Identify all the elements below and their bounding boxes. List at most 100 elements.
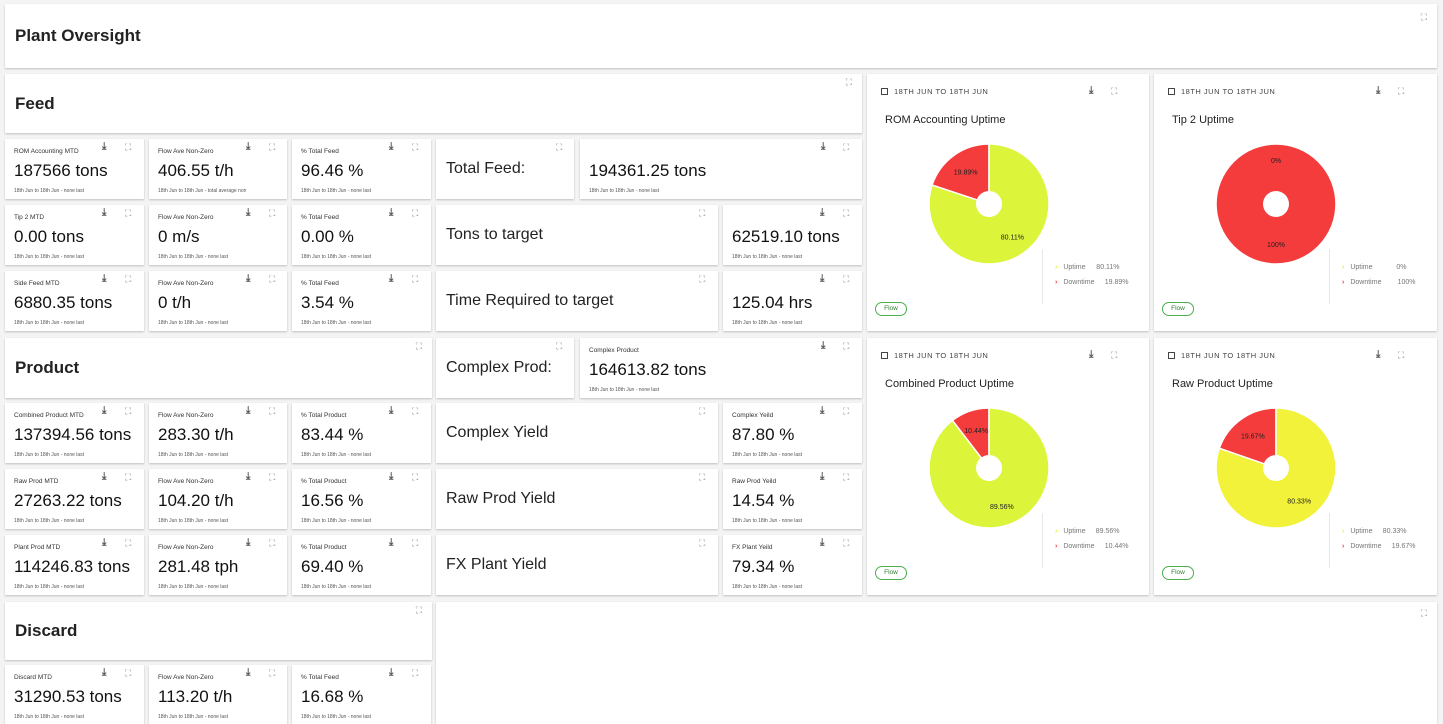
download-icon[interactable]: ⤓ — [246, 472, 250, 482]
raw-yield-label-card: Raw Prod Yield ⛶ — [436, 469, 718, 529]
pie-value-label: 80.11% — [1001, 234, 1024, 241]
tile-value: 96.46 % — [301, 161, 364, 180]
download-icon[interactable]: ⤓ — [821, 142, 825, 152]
download-icon[interactable]: ⤓ — [820, 208, 824, 218]
expand-icon[interactable]: ⛶ — [412, 668, 418, 678]
page-header: Plant Oversight ⛶ — [5, 4, 1437, 68]
download-icon[interactable]: ⤓ — [820, 472, 824, 482]
download-icon[interactable]: ⤓ — [246, 208, 250, 218]
legend-uptime: › Uptime 0% — [1342, 264, 1407, 271]
tile-label: Flow Ave Non-Zero — [158, 412, 214, 419]
kpi-tile: % Total Feed 0.00 % 18th Jun to 18th Jun -… — [292, 205, 431, 265]
download-icon[interactable]: ⤓ — [820, 274, 824, 284]
download-icon[interactable]: ⤓ — [246, 274, 250, 284]
expand-icon[interactable]: ⛶ — [125, 142, 131, 152]
download-icon[interactable]: ⤓ — [389, 668, 393, 678]
pie-card: 18TH JUN TO 18TH JUN ⤓ ⛶ Combined Produc… — [867, 338, 1149, 595]
tile-subtitle: 18th Jun to 18th Jun - none last — [158, 584, 229, 590]
legend-label: Uptime — [1063, 264, 1086, 271]
expand-icon[interactable]: ⛶ — [699, 208, 705, 218]
expand-icon[interactable]: ⛶ — [412, 472, 418, 482]
expand-icon[interactable]: ⛶ — [412, 208, 418, 218]
tons-to-target-label: Tons to target — [446, 226, 543, 243]
divider — [1042, 249, 1043, 304]
complex-prod-label-card: Complex Prod: ⛶ — [436, 338, 574, 398]
download-icon[interactable]: ⤓ — [102, 142, 106, 152]
expand-icon[interactable]: ⛶ — [412, 142, 418, 152]
expand-icon[interactable]: ⛶ — [125, 538, 131, 548]
expand-icon[interactable]: ⛶ — [269, 472, 275, 482]
expand-icon[interactable]: ⛶ — [125, 406, 131, 416]
expand-icon[interactable]: ⛶ — [843, 472, 849, 482]
flow-chip[interactable]: Flow — [1162, 566, 1194, 580]
expand-icon[interactable]: ⛶ — [843, 406, 849, 416]
expand-icon[interactable]: ⛶ — [699, 274, 705, 284]
tile-label: Complex Yeild — [732, 412, 774, 419]
download-icon[interactable]: ⤓ — [246, 142, 250, 152]
flow-chip[interactable]: Flow — [875, 302, 907, 316]
download-icon[interactable]: ⤓ — [820, 538, 824, 548]
download-icon[interactable]: ⤓ — [389, 538, 393, 548]
expand-icon[interactable]: ⛶ — [699, 472, 705, 482]
expand-icon[interactable]: ⛶ — [416, 341, 422, 351]
expand-icon[interactable]: ⛶ — [1421, 608, 1427, 618]
expand-icon[interactable]: ⛶ — [412, 406, 418, 416]
download-icon[interactable]: ⤓ — [821, 341, 825, 351]
tile-subtitle: 18th Jun to 18th Jun - none last — [14, 518, 85, 524]
expand-icon[interactable]: ⛶ — [125, 274, 131, 284]
tile-value: 0.00 % — [301, 227, 354, 246]
download-icon[interactable]: ⤓ — [102, 274, 106, 284]
expand-icon[interactable]: ⛶ — [843, 274, 849, 284]
expand-icon[interactable]: ⛶ — [125, 668, 131, 678]
kpi-tile: Flow Ave Non-Zero 406.55 t/h 18th Jun to 1… — [149, 139, 287, 199]
section-title: Feed — [15, 93, 55, 113]
expand-icon[interactable]: ⛶ — [699, 406, 705, 416]
download-icon[interactable]: ⤓ — [102, 538, 106, 548]
expand-icon[interactable]: ⛶ — [846, 77, 852, 87]
kpi-tile: Discard MTD 31290.53 tons 18th Jun to 18th… — [5, 665, 144, 724]
expand-icon[interactable]: ⛶ — [269, 668, 275, 678]
expand-icon[interactable]: ⛶ — [269, 406, 275, 416]
expand-icon[interactable]: ⛶ — [269, 208, 275, 218]
expand-icon[interactable]: ⛶ — [125, 472, 131, 482]
download-icon[interactable]: ⤓ — [246, 406, 250, 416]
expand-icon[interactable]: ⛶ — [269, 274, 275, 284]
legend-uptime: › Uptime 80.33% — [1342, 528, 1407, 535]
download-icon[interactable]: ⤓ — [820, 406, 824, 416]
download-icon[interactable]: ⤓ — [389, 274, 393, 284]
expand-icon[interactable]: ⛶ — [556, 341, 562, 351]
download-icon[interactable]: ⤓ — [389, 472, 393, 482]
flow-chip[interactable]: Flow — [875, 566, 907, 580]
download-icon[interactable]: ⤓ — [102, 668, 106, 678]
flow-chip[interactable]: Flow — [1162, 302, 1194, 316]
download-icon[interactable]: ⤓ — [389, 142, 393, 152]
tile-label: Combined Product MTD — [14, 412, 84, 419]
expand-icon[interactable]: ⛶ — [843, 208, 849, 218]
expand-icon[interactable]: ⛶ — [843, 341, 849, 351]
download-icon[interactable]: ⤓ — [246, 538, 250, 548]
expand-icon[interactable]: ⛶ — [412, 274, 418, 284]
download-icon[interactable]: ⤓ — [389, 406, 393, 416]
pie-chart: 80.11% 19.89% — [928, 143, 1050, 265]
download-icon[interactable]: ⤓ — [389, 208, 393, 218]
expand-icon[interactable]: ⛶ — [125, 208, 131, 218]
download-icon[interactable]: ⤓ — [102, 208, 106, 218]
section-header-discard: Discard ⛶ — [5, 602, 432, 660]
tile-label: % Total Product — [301, 478, 347, 485]
expand-icon[interactable]: ⛶ — [843, 142, 849, 152]
legend-label: Uptime — [1350, 528, 1373, 535]
tile-label: ROM Accounting MTD — [14, 148, 79, 155]
download-icon[interactable]: ⤓ — [102, 472, 106, 482]
tile-value: 104.20 t/h — [158, 491, 234, 510]
expand-icon[interactable]: ⛶ — [843, 538, 849, 548]
expand-icon[interactable]: ⛶ — [269, 142, 275, 152]
expand-icon[interactable]: ⛶ — [269, 538, 275, 548]
download-icon[interactable]: ⤓ — [246, 668, 250, 678]
expand-icon[interactable]: ⛶ — [699, 538, 705, 548]
kpi-tile: Side Feed MTD 6880.35 tons 18th Jun to 18t… — [5, 271, 144, 331]
expand-icon[interactable]: ⛶ — [412, 538, 418, 548]
expand-icon[interactable]: ⛶ — [1421, 12, 1427, 22]
expand-icon[interactable]: ⛶ — [556, 142, 562, 152]
download-icon[interactable]: ⤓ — [102, 406, 106, 416]
expand-icon[interactable]: ⛶ — [416, 605, 422, 615]
